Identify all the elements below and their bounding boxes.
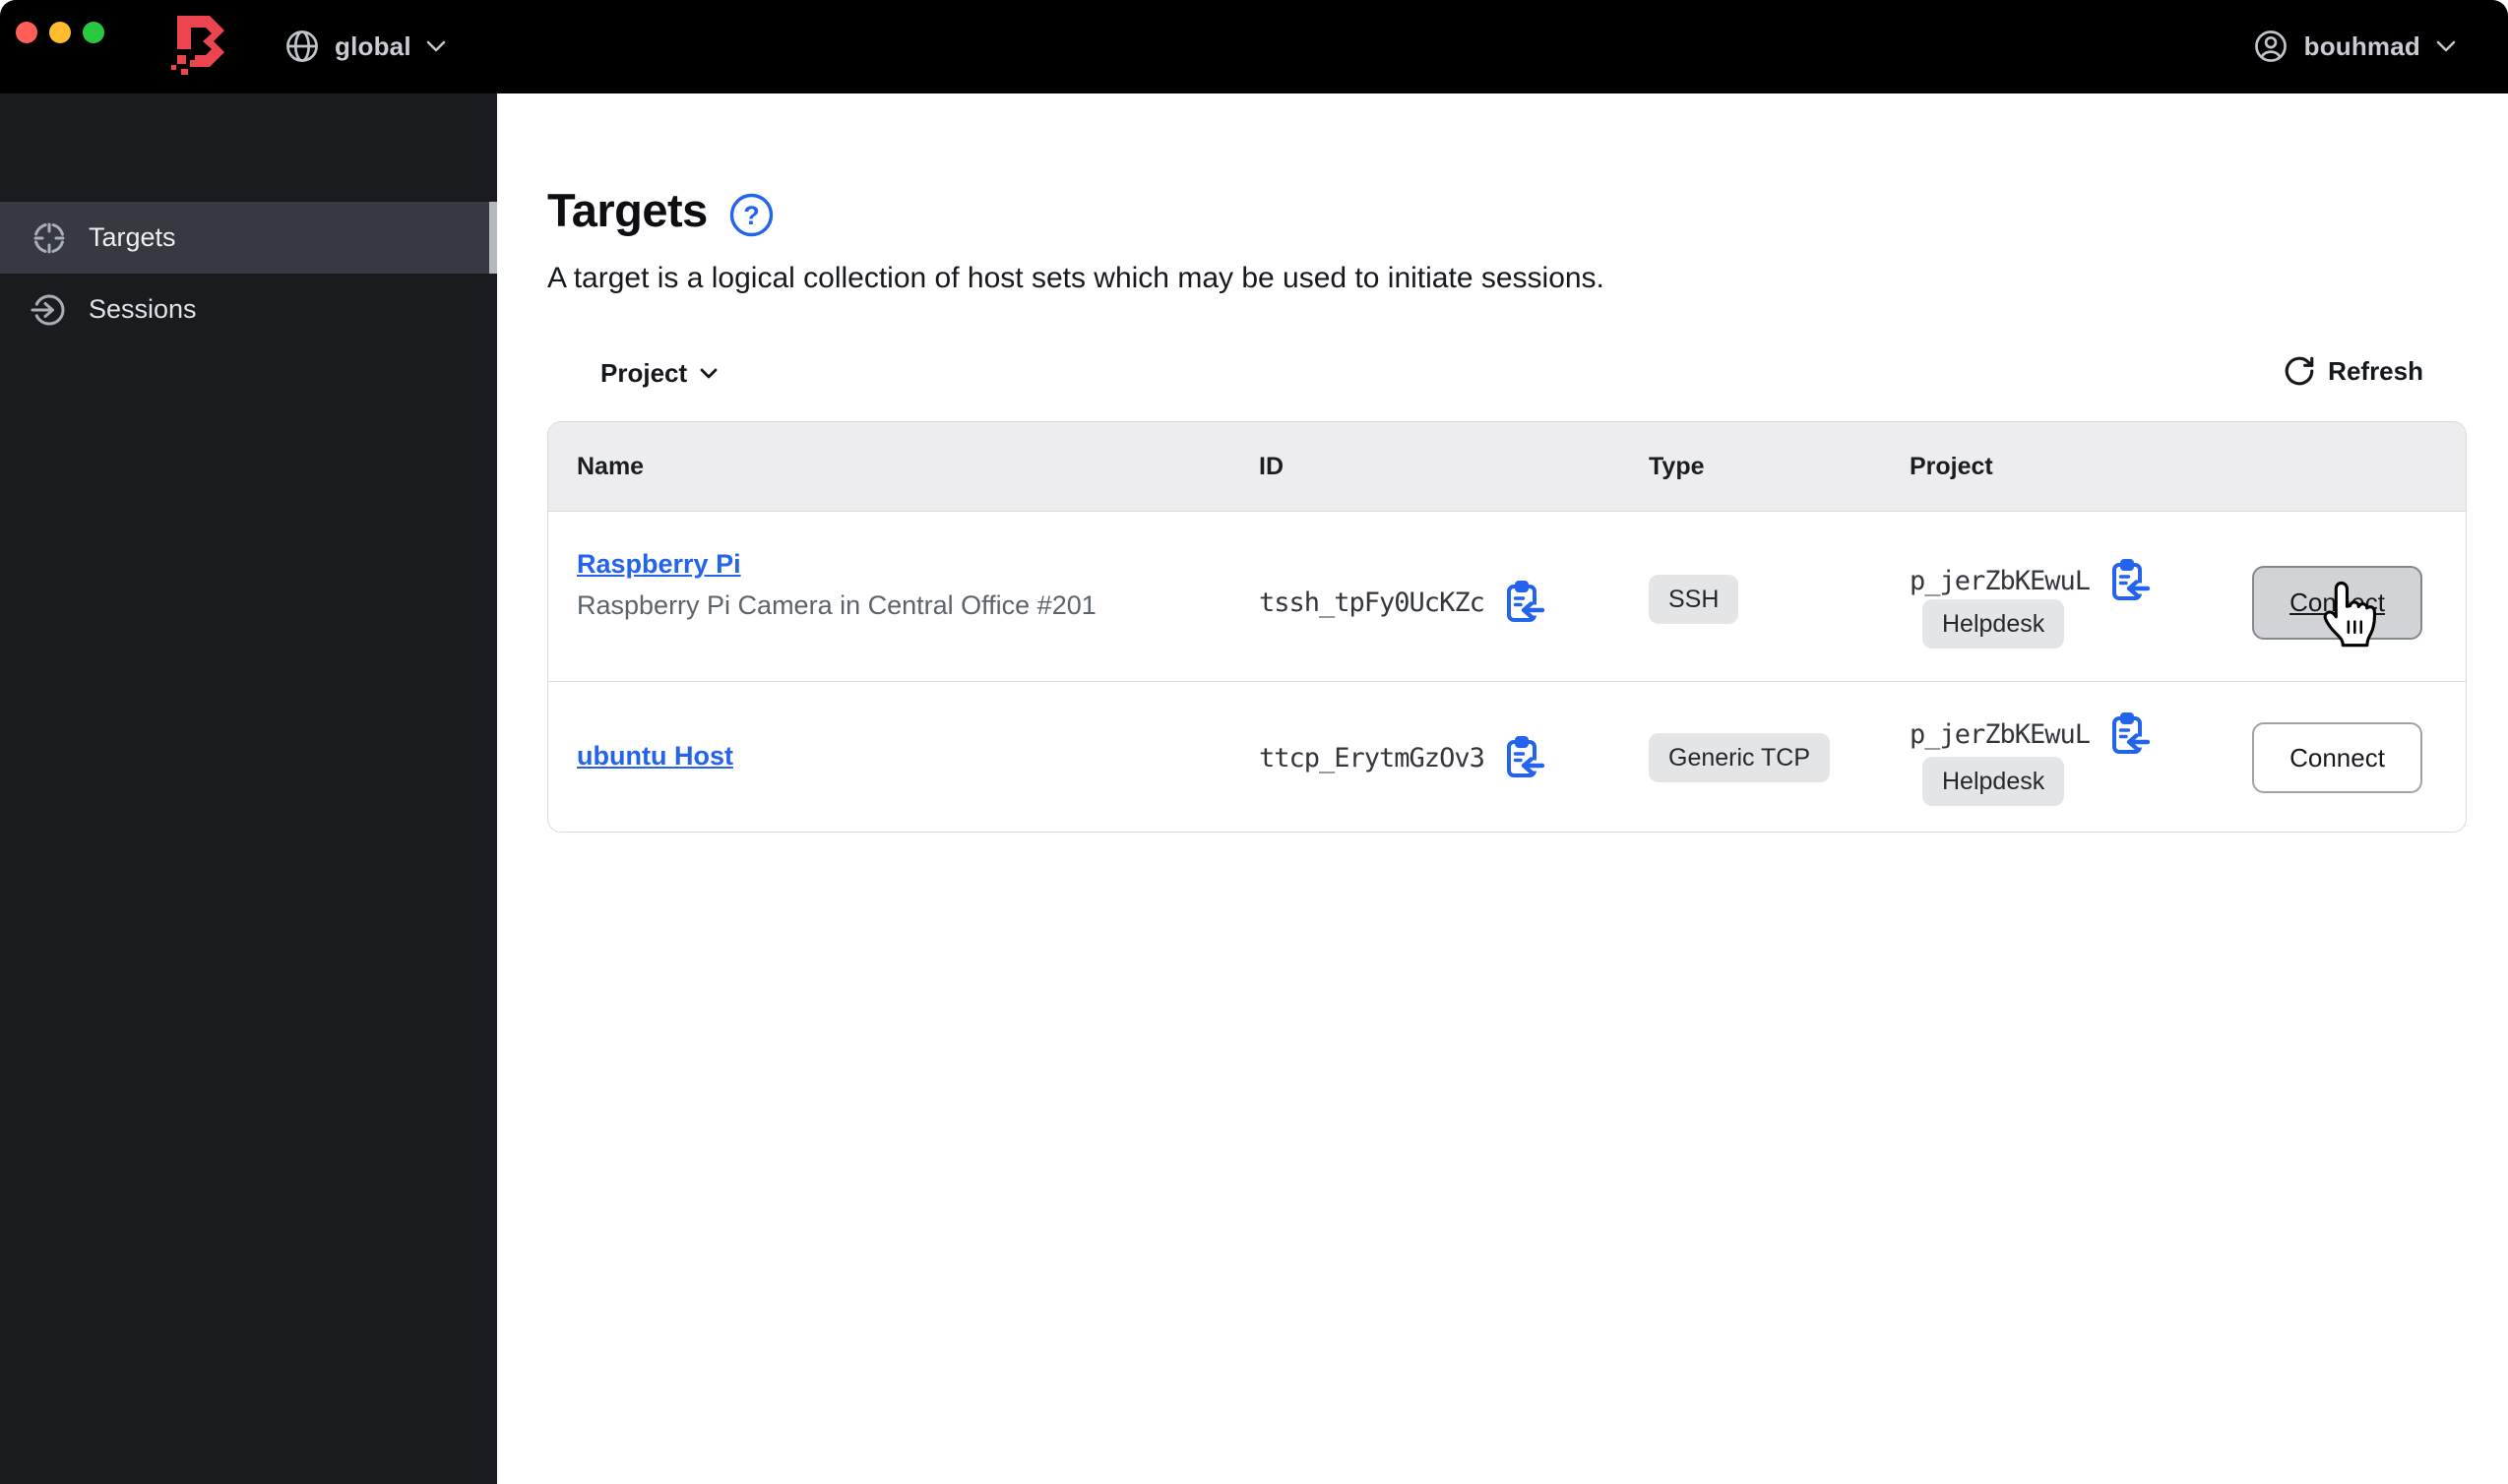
chevron-down-icon [426,40,446,52]
user-menu[interactable]: bouhmad [2252,24,2457,69]
copy-project-id-icon[interactable] [2107,711,2151,758]
table-row: ubuntu Host ttcp_ErytmGzOv3 Generic TCP [548,682,2466,832]
close-window-button[interactable] [16,22,37,43]
svg-text:?: ? [743,201,760,230]
column-header-type: Type [1649,452,1705,480]
target-id: tssh_tpFy0UcKZc [1259,587,1485,618]
active-item-indicator [489,202,497,274]
type-cell: Generic TCP [1649,733,1831,782]
target-name-link[interactable]: Raspberry Pi [577,549,741,579]
zoom-window-button[interactable] [83,22,104,43]
name-cell: ubuntu Host [577,741,733,772]
project-id: p_jerZbKEwuL [1910,718,2091,750]
sidebar-item-label: Sessions [89,294,197,324]
copy-project-id-icon[interactable] [2107,557,2151,604]
boundary-logo-icon [171,16,224,75]
refresh-button[interactable]: Refresh [2283,354,2423,388]
id-cell: ttcp_ErytmGzOv3 [1259,734,1545,781]
minimize-window-button[interactable] [49,22,71,43]
connect-button[interactable]: Connect [2252,566,2422,640]
sidebar-item-sessions[interactable]: Sessions [0,274,497,345]
targets-table: Name ID Type Project Raspberry Pi Raspbe… [547,421,2467,833]
refresh-label: Refresh [2328,355,2423,386]
id-cell: tssh_tpFy0UcKZc [1259,579,1545,626]
chevron-down-icon [2436,40,2456,52]
project-name-cell: Helpdesk [1922,757,2065,806]
name-cell: Raspberry Pi Raspberry Pi Camera in Cent… [577,549,1097,621]
username-label: bouhmad [2303,31,2420,61]
type-cell: SSH [1649,575,1739,624]
type-badge: Generic TCP [1649,733,1831,782]
project-id-cell: p_jerZbKEwuL [1910,711,2151,758]
scope-switcher[interactable]: global [283,24,447,69]
chevron-down-icon [700,368,718,379]
type-badge: SSH [1649,575,1739,624]
copy-id-icon[interactable] [1502,734,1545,781]
column-header-name: Name [577,452,645,480]
sidebar: Targets Sessions [0,93,497,1484]
target-description: Raspberry Pi Camera in Central Office #2… [577,590,1097,620]
globe-icon [286,31,318,62]
target-crosshair-icon [33,222,65,253]
project-filter-label: Project [600,358,688,388]
project-badge: Helpdesk [1922,757,2065,806]
project-id: p_jerZbKEwuL [1910,565,2091,596]
help-icon[interactable]: ? [728,192,775,238]
copy-id-icon[interactable] [1502,579,1545,626]
connect-button[interactable]: Connect [2252,722,2422,793]
project-badge: Helpdesk [1922,599,2065,649]
column-header-project: Project [1910,452,1993,480]
table-row: Raspberry Pi Raspberry Pi Camera in Cent… [548,512,2466,682]
titlebar: global bouhmad [0,0,2508,93]
window-controls [16,22,104,43]
page-description: A target is a logical collection of host… [547,262,1604,294]
session-arrow-circle-icon [31,294,65,325]
project-id-cell: p_jerZbKEwuL [1910,557,2151,604]
project-filter-dropdown[interactable]: Project [600,358,719,389]
column-header-id: ID [1259,452,1284,480]
refresh-icon [2285,356,2314,386]
scope-label: global [335,31,411,61]
table-header: Name ID Type Project [548,422,2466,512]
sidebar-item-label: Targets [89,222,176,252]
user-icon [2254,31,2287,62]
sidebar-item-targets[interactable]: Targets [0,202,497,274]
project-name-cell: Helpdesk [1922,599,2065,649]
target-name-link[interactable]: ubuntu Host [577,741,733,771]
boundary-desktop-window: global bouhmad Targets Sessions Targets … [0,0,2508,1484]
page-title: Targets [547,184,708,236]
target-id: ttcp_ErytmGzOv3 [1259,742,1485,773]
